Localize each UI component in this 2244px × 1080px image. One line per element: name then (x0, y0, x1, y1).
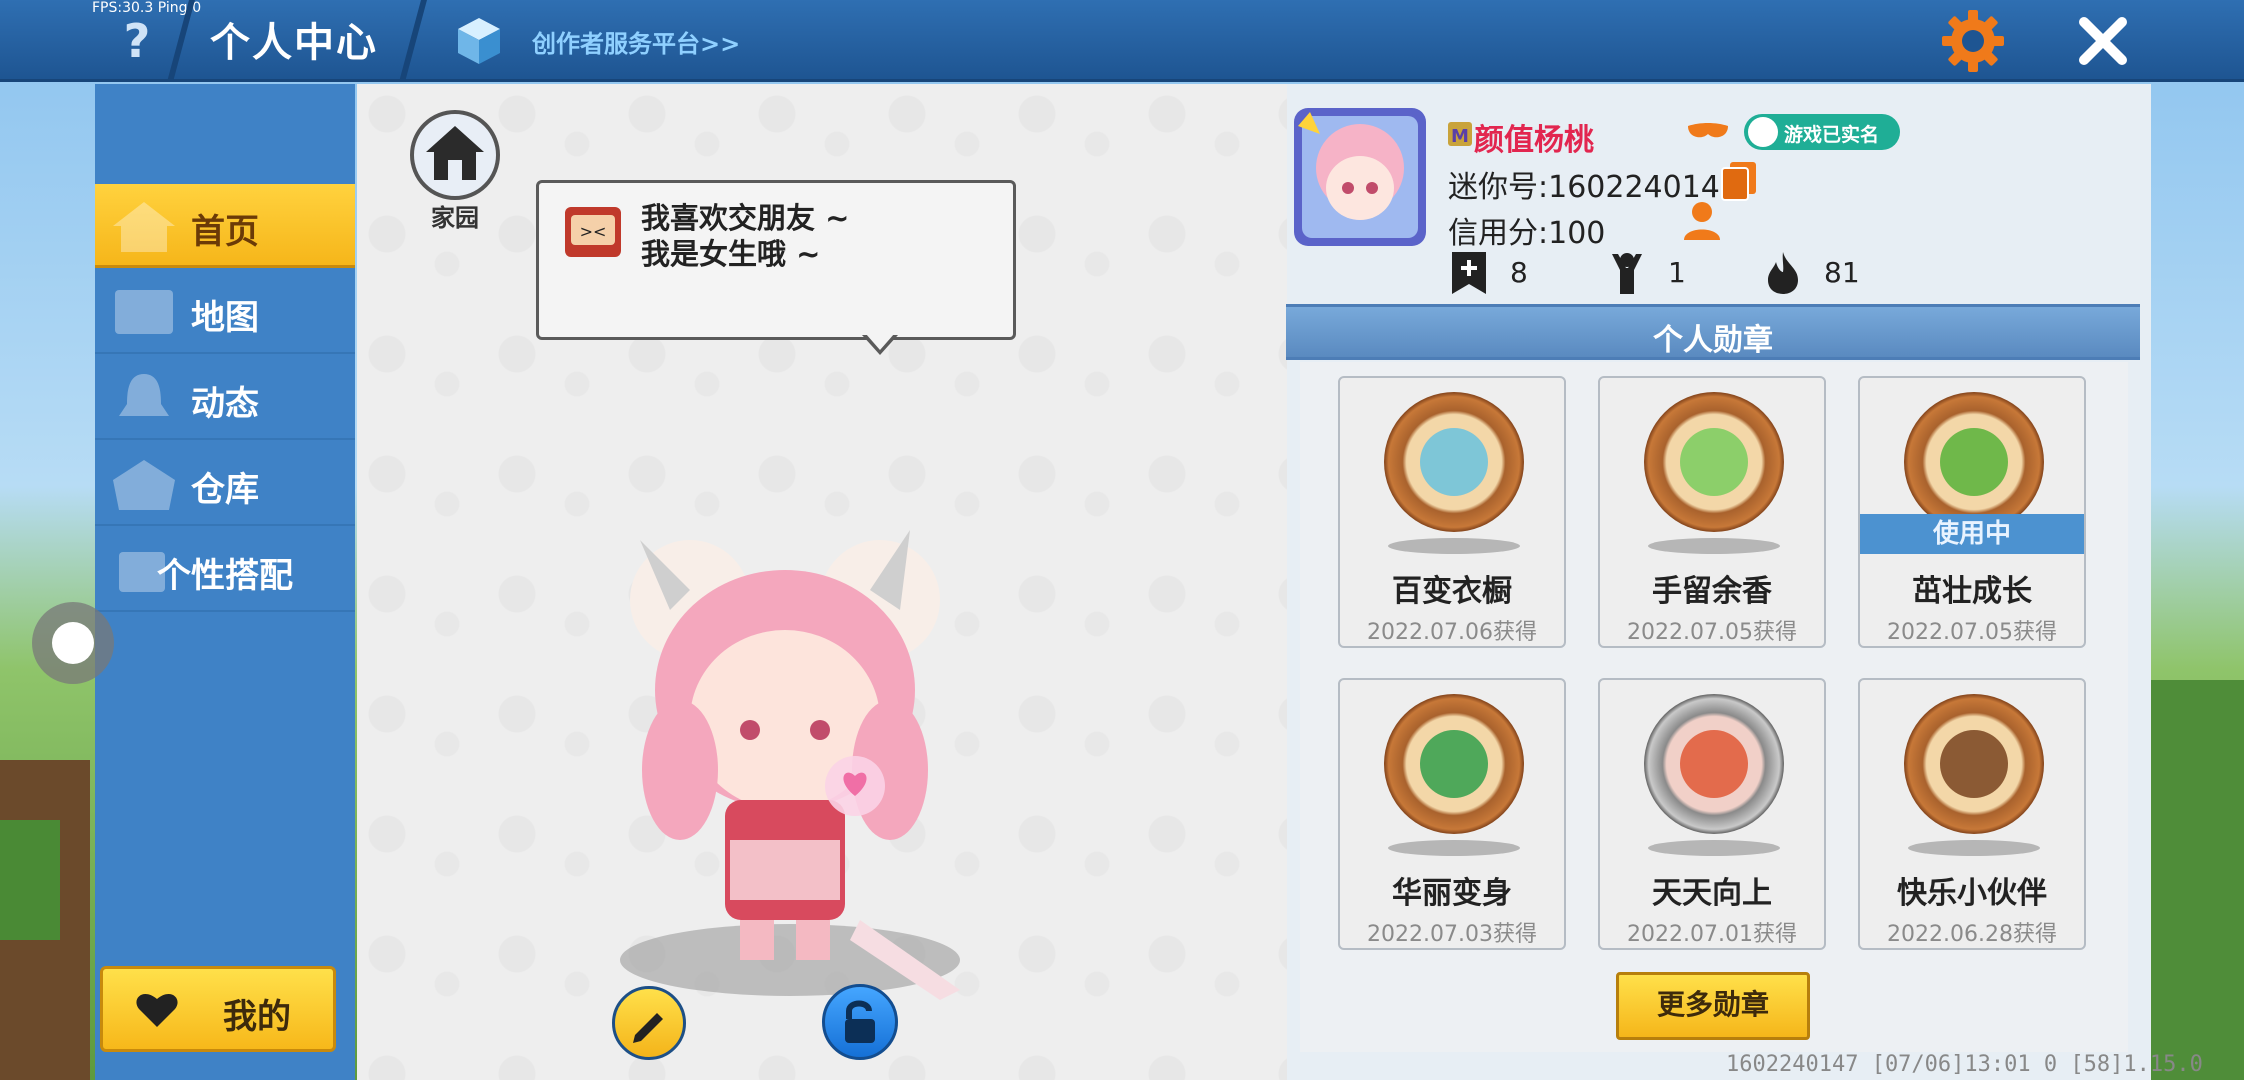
plus-bookmark-icon (1452, 252, 1486, 294)
edit-button[interactable] (612, 986, 686, 1060)
help-button[interactable]: ? (112, 12, 162, 70)
floating-assist-button[interactable] (32, 602, 114, 684)
badge-name: 天天向上 (1652, 876, 1772, 911)
credit-score: 信用分:100 (1448, 216, 1606, 251)
badge-card[interactable]: 快乐小伙伴 2022.06.28获得 (1858, 678, 2086, 950)
mascot-icon: >< (565, 207, 621, 257)
background-block (2148, 680, 2244, 1080)
footer-info: 1602240147 [07/06]13:01 0 [58]1.15.0 (1726, 1052, 2203, 1077)
svg-text:M: M (1451, 126, 1469, 147)
badge-date: 2022.07.01获得 (1627, 922, 1797, 947)
badge-section-title: 个人勋章 (1653, 323, 1773, 358)
mine-label: 我的 (223, 997, 291, 1037)
flame-icon (1768, 252, 1798, 294)
more-badges-button[interactable]: 更多勋章 (1616, 972, 1810, 1040)
player-avatar-figure[interactable] (580, 520, 1000, 1010)
lock-button[interactable] (822, 984, 898, 1060)
person-icon[interactable] (1680, 198, 1724, 242)
close-icon[interactable] (2070, 8, 2136, 74)
badge-medal-icon (1904, 392, 2044, 532)
badge-name: 百变衣橱 (1392, 574, 1512, 609)
stat-value: 8 (1510, 256, 1528, 289)
vip-icon: M (1448, 122, 1472, 147)
badge-card[interactable]: 天天向上 2022.07.01获得 (1598, 678, 1826, 950)
badge-card[interactable]: 使用中 茁壮成长 2022.07.05获得 (1858, 376, 2086, 648)
badge-date: 2022.07.05获得 (1627, 620, 1797, 645)
medal-shadow (1388, 538, 1520, 554)
badge-medal-icon (1644, 694, 1784, 834)
badge-medal-icon (1384, 392, 1524, 532)
svg-text:><: >< (580, 222, 607, 241)
mine-button[interactable]: 我的 (100, 966, 336, 1052)
badge-name: 茁壮成长 (1912, 574, 2032, 609)
badge-section-header: 个人勋章 (1286, 304, 2140, 360)
sidebar-item-outfit[interactable]: 个性搭配 (95, 528, 355, 612)
cube-icon[interactable] (456, 16, 502, 66)
sidebar-item-warehouse[interactable]: 仓库 (95, 442, 355, 526)
badge-name: 华丽变身 (1392, 876, 1512, 911)
badge-date: 2022.06.28获得 (1887, 922, 2057, 947)
badge-card[interactable]: 华丽变身 2022.07.03获得 (1338, 678, 1566, 950)
unlock-icon (845, 1000, 875, 1043)
speech-bubble: >< 我喜欢交朋友 ~ 我是女生哦 ~ (536, 180, 1016, 340)
background-block (0, 820, 60, 940)
person-check-icon (1748, 117, 1778, 147)
medal-shadow (1388, 840, 1520, 856)
floating-dot (52, 622, 94, 664)
sidebar-item-label: 个性搭配 (157, 556, 293, 596)
verified-text: 游戏已实名 (1784, 124, 1880, 146)
sidebar-item-map[interactable]: 地图 (95, 270, 355, 354)
badge-medal-icon (1384, 694, 1524, 834)
home-label: 家园 (431, 204, 479, 232)
verified-badge: 游戏已实名 (1744, 114, 1900, 150)
copy-icon[interactable] (1720, 160, 1758, 202)
badge-name: 手留余香 (1652, 574, 1772, 609)
nickname: 颜值杨桃 (1474, 123, 1594, 158)
badge-medal-icon (1904, 694, 2044, 834)
house-icon (426, 126, 484, 180)
sidebar-item-label: 仓库 (191, 470, 259, 510)
creator-platform-link[interactable]: 创作者服务平台>> (532, 24, 740, 59)
medal-shadow (1908, 840, 2040, 856)
pencil-icon (633, 1013, 663, 1043)
badge-medal-icon (1644, 392, 1784, 532)
profile-avatar[interactable] (1290, 104, 1430, 250)
medal-shadow (1648, 840, 1780, 856)
badge-date: 2022.07.06获得 (1367, 620, 1537, 645)
sidebar-item-label: 首页 (191, 212, 259, 252)
cheer-icon (1612, 253, 1642, 294)
badge-date: 2022.07.03获得 (1367, 922, 1537, 947)
bubble-tail (866, 334, 894, 350)
badge-card[interactable]: 手留余香 2022.07.05获得 (1598, 376, 1826, 648)
gear-icon[interactable] (1940, 8, 2006, 74)
sidebar-item-label: 地图 (191, 298, 259, 338)
in-use-label: 使用中 (1860, 514, 2084, 554)
badge-name: 快乐小伙伴 (1897, 876, 2047, 911)
badge-card[interactable]: 百变衣橱 2022.07.06获得 (1338, 376, 1566, 648)
sidebar: 首页 地图 动态 仓库 个性搭配 (95, 84, 355, 1080)
heart-icon (136, 993, 178, 1027)
sidebar-item-home[interactable]: 首页 (95, 184, 355, 268)
medal-shadow (1648, 538, 1780, 554)
bubble-text-line: 我是女生哦 ~ (641, 237, 821, 271)
stat-value: 1 (1668, 256, 1686, 289)
stat-value: 81 (1824, 256, 1860, 289)
sidebar-item-label: 动态 (191, 384, 259, 424)
mask-icon[interactable] (1684, 120, 1732, 144)
sidebar-item-feed[interactable]: 动态 (95, 356, 355, 440)
page-title: 个人中心 (210, 20, 378, 66)
home-button[interactable] (410, 110, 500, 200)
badge-date: 2022.07.05获得 (1887, 620, 2057, 645)
